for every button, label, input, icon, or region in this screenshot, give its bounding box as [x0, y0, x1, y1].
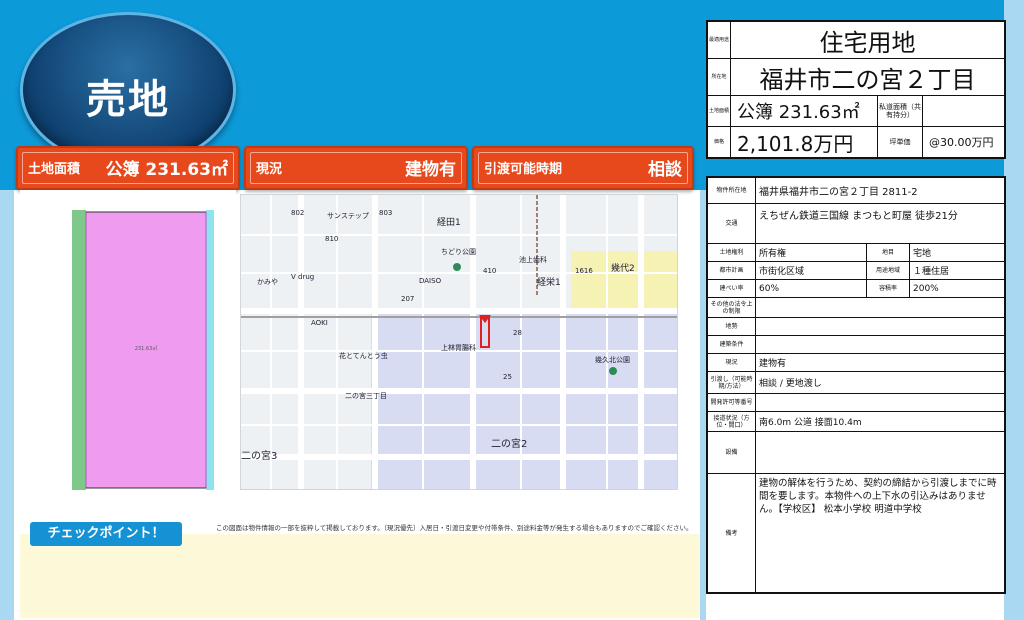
bcr-label: 建ぺい率: [708, 280, 756, 298]
map-label: サンステップ: [327, 212, 369, 220]
remarks-value: 建物の解体を行うため、契約の締結から引渡しまでに時間を要します。本物件への上下水…: [759, 478, 997, 515]
pill-label: 現況: [256, 162, 283, 177]
map-label: 二の宮3: [241, 451, 278, 462]
map-label: 上林胃腸科: [441, 344, 476, 352]
pill-label: 土地面積: [28, 162, 81, 177]
pill-label: 引渡可能時期: [484, 162, 563, 177]
map-label: 花とてんとう虫: [339, 352, 388, 360]
zoning-value: １種住居: [910, 262, 1004, 280]
terrain-value: [756, 318, 1004, 336]
map-label: かみや: [257, 278, 278, 286]
map-number: 1616: [575, 267, 593, 275]
zoning-label: 用途地域: [866, 262, 910, 280]
rights-value: 所有権: [756, 244, 866, 262]
svg-text:231.63㎡: 231.63㎡: [135, 345, 158, 352]
building-cond-value: [756, 336, 1004, 354]
map-label: 池上歯科: [519, 256, 547, 264]
tsubo-value: @30.00万円: [929, 136, 994, 149]
remarks-label: 備考: [708, 474, 756, 592]
private-road-value: [923, 96, 1004, 126]
city-plan-value: 市街化区域: [756, 262, 866, 280]
far-label: 容積率: [866, 280, 910, 298]
land-type-value: 宅地: [910, 244, 1004, 262]
pill-land-area: 土地面積 公簿 231.63㎡: [16, 146, 240, 190]
location-map: 経田1 ちどり公園 池上歯科 幾代2 経栄1 DAISO かみや V drug …: [240, 194, 678, 490]
pill-value: 公簿 231.63㎡: [105, 160, 228, 180]
handover-label: 引渡し（可能時期/方法）: [708, 372, 756, 394]
left-border: [0, 190, 14, 620]
other-limits-value: [756, 298, 1004, 318]
disclaimer: この図面は物件情報の一部を抜粋して掲載しております。（現況優先）入居日・引渡日変…: [216, 524, 693, 532]
terrain-label: 地勢: [708, 318, 756, 336]
facilities-value: [756, 432, 1004, 474]
right-border: [1004, 0, 1024, 620]
map-number: 25: [503, 373, 512, 381]
price-value: 2,101.8万円: [737, 131, 854, 156]
sale-badge: 売地: [20, 12, 236, 168]
rights-label: 土地権利: [708, 244, 756, 262]
map-number: 410: [483, 267, 497, 275]
site-plan-drawing: 231.63㎡: [72, 210, 214, 490]
map-label: 経田1: [437, 218, 461, 228]
area-label: 土地面積: [708, 96, 731, 126]
building-cond-label: 建築条件: [708, 336, 756, 354]
detail-panel: 物件所在地 福井県福井市二の宮２丁目 2811-2 交通 えちぜん鉄道三国線 ま…: [706, 176, 1006, 594]
road-label: 接道状況（方位・間口）: [708, 412, 756, 432]
summary-location-row: 所在地 福井市二の宮２丁目: [708, 59, 1004, 96]
address-value: 福井県福井市二の宮２丁目 2811-2: [756, 178, 1004, 204]
map-label: ちどり公園: [441, 248, 476, 256]
bcr-value: 60%: [756, 280, 866, 298]
map-number: 803: [379, 209, 393, 217]
address-label: 物件所在地: [708, 178, 756, 204]
summary-panel: 最適用途 住宅用地 所在地 福井市二の宮２丁目 土地面積 公簿 231.63㎡ …: [706, 20, 1006, 159]
status-label: 現況: [708, 354, 756, 372]
location-label: 所在地: [708, 59, 731, 95]
pill-value: 相談: [648, 160, 682, 180]
map-number: 810: [325, 235, 339, 243]
area-value: 公簿 231.63㎡: [737, 102, 860, 123]
map-number: 207: [401, 295, 415, 303]
private-road-label: 私道面積（共有持分）: [877, 96, 923, 126]
facilities-label: 設備: [708, 432, 756, 474]
use-label: 最適用途: [708, 22, 731, 58]
pill-handover: 引渡可能時期 相談: [472, 146, 694, 190]
far-value: 200%: [910, 280, 1004, 298]
city-plan-label: 都市計画: [708, 262, 756, 280]
location-value: 福井市二の宮２丁目: [759, 65, 976, 94]
pill-status: 現況 建物有: [244, 146, 468, 190]
land-type-label: 地目: [866, 244, 910, 262]
map-label: 幾久北公園: [595, 356, 630, 364]
summary-use-row: 最適用途 住宅用地: [708, 22, 1004, 59]
map-label: DAISO: [419, 277, 442, 285]
tsubo-label: 坪単価: [877, 127, 923, 157]
map-label: 幾代2: [611, 264, 635, 274]
dev-permit-value: [756, 394, 1004, 412]
transport-label: 交通: [708, 204, 756, 244]
map-number: 802: [291, 209, 305, 217]
map-labels: 経田1 ちどり公園 池上歯科 幾代2 経栄1 DAISO かみや V drug …: [241, 195, 677, 489]
checkpoint-button[interactable]: チェックポイント！: [30, 522, 182, 546]
pill-value: 建物有: [405, 160, 456, 180]
status-value: 建物有: [756, 354, 1004, 372]
badge-label: 売地: [86, 77, 170, 123]
other-limits-label: その他の法令上の制限: [708, 298, 756, 318]
map-number: 28: [513, 329, 522, 337]
dev-permit-label: 開発許可等番号: [708, 394, 756, 412]
map-label: 二の宮2: [491, 439, 528, 450]
map-label: 二の宮三丁目: [345, 392, 387, 400]
optimal-use: 住宅用地: [819, 28, 916, 57]
map-label: V drug: [291, 273, 315, 281]
handover-value: 相談 / 更地渡し: [756, 372, 1004, 394]
site-plan: 231.63㎡: [20, 190, 236, 494]
summary-price-row: 価格 2,101.8万円 坪単価 @30.00万円: [708, 127, 1004, 157]
checkpoint-area: [20, 534, 700, 618]
map-label: 経栄1: [537, 278, 561, 288]
price-label: 価格: [708, 127, 731, 157]
map-label: AOKI: [311, 319, 328, 327]
road-value: 南6.0m 公道 接面10.4m: [756, 412, 1004, 432]
summary-area-row: 土地面積 公簿 231.63㎡ 私道面積（共有持分）: [708, 96, 1004, 127]
transport-value: えちぜん鉄道三国線 まつもと町屋 徒歩21分: [756, 204, 1004, 244]
